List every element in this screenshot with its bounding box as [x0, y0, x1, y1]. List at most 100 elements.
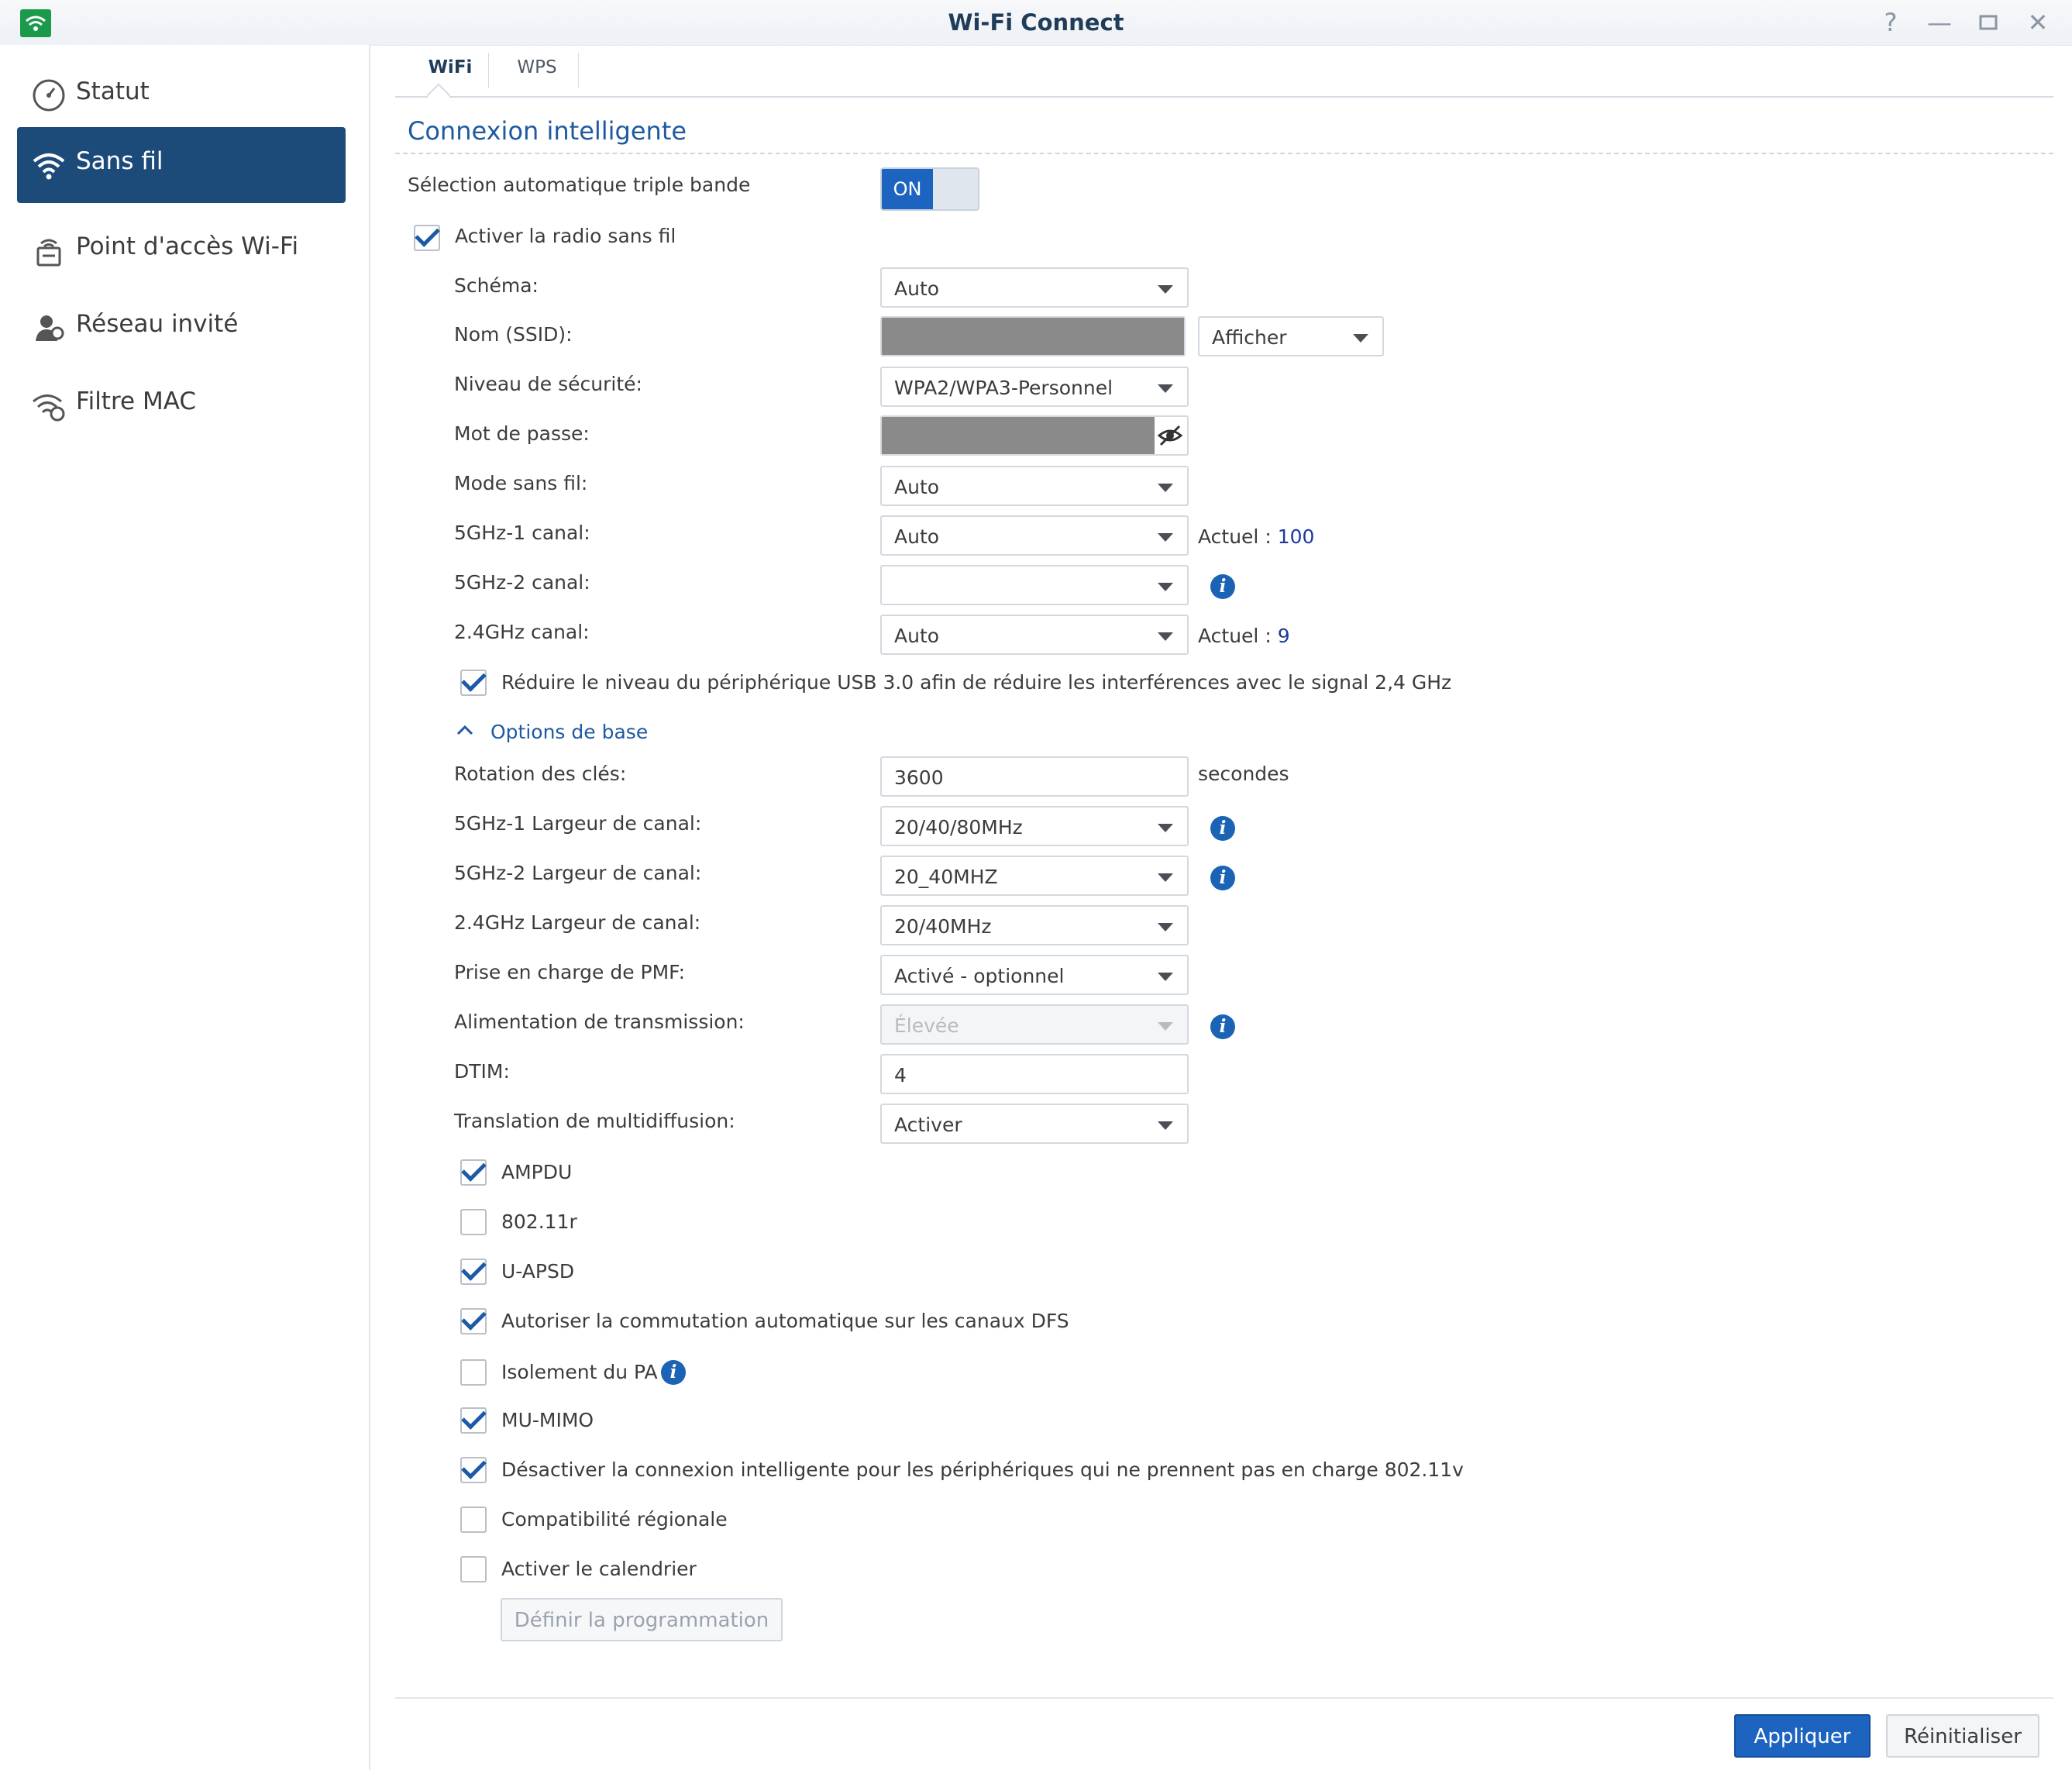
schema-select[interactable]: Auto	[880, 267, 1189, 308]
smart-connect-label: Sélection automatique triple bande	[408, 174, 751, 196]
check-icon	[415, 222, 440, 247]
multicast-select[interactable]: Activer	[880, 1104, 1189, 1144]
ssid-field[interactable]	[880, 316, 1186, 356]
schedule-checkbox[interactable]	[460, 1556, 487, 1582]
app-window: Wi-Fi Connect ? — ✕ Statut Sans fil Poin…	[0, 0, 2072, 1770]
dropdown-arrow-icon	[1353, 334, 1368, 343]
multicast-label: Translation de multidiffusion:	[454, 1110, 735, 1132]
reset-button[interactable]: Réinitialiser	[1886, 1714, 2039, 1758]
close-icon[interactable]: ✕	[2022, 8, 2053, 37]
sidebar-item-label: Point d'accès Wi-Fi	[76, 232, 299, 260]
section-title: Connexion intelligente	[408, 116, 687, 146]
key-rotation-unit: secondes	[1198, 763, 1289, 785]
info-icon[interactable]: i	[1210, 866, 1235, 890]
tab-wps[interactable]: WPS	[488, 50, 586, 95]
sidebar-item-point-acces[interactable]: Point d'accès Wi-Fi	[17, 212, 346, 288]
sidebar-item-filtre-mac[interactable]: Filtre MAC	[17, 367, 346, 443]
eye-hidden-icon[interactable]	[1156, 423, 1184, 448]
check-icon	[461, 1305, 487, 1331]
apply-button[interactable]: Appliquer	[1734, 1714, 1871, 1758]
info-icon[interactable]: i	[1210, 1014, 1235, 1039]
dropdown-arrow-icon	[1158, 583, 1173, 591]
chevron-up-icon[interactable]	[456, 724, 474, 736]
dtim-label: DTIM:	[454, 1060, 510, 1083]
ssid-display-select[interactable]: Afficher	[1198, 316, 1384, 356]
sidebar-item-statut[interactable]: Statut	[17, 57, 346, 133]
check-icon	[461, 1156, 487, 1182]
ap-isolation-checkbox[interactable]	[460, 1359, 487, 1386]
usb-interference-checkbox[interactable]	[460, 666, 487, 696]
uapsd-label: U-APSD	[501, 1260, 575, 1283]
bandwidth-5g2-select[interactable]: 20_40MHZ	[880, 856, 1189, 896]
channel-5g2-select[interactable]	[880, 565, 1189, 605]
bandwidth-24g-label: 2.4GHz Largeur de canal:	[454, 911, 701, 934]
section-divider	[395, 153, 2053, 154]
regional-compat-checkbox[interactable]	[460, 1507, 487, 1533]
mu-mimo-checkbox[interactable]	[460, 1404, 487, 1434]
tx-power-select: Élevée	[880, 1004, 1189, 1045]
router-icon	[31, 232, 67, 268]
dfs-switch-label: Autoriser la commutation automatique sur…	[501, 1310, 1069, 1332]
channel-24g-select[interactable]: Auto	[880, 615, 1189, 655]
password-field[interactable]	[880, 415, 1189, 456]
info-icon[interactable]: i	[1210, 574, 1235, 599]
mu-mimo-label: MU-MIMO	[501, 1409, 594, 1431]
ap-isolation-label: Isolement du PA	[501, 1361, 658, 1383]
check-icon	[461, 1404, 487, 1430]
check-icon	[461, 1454, 487, 1479]
sidebar-item-label: Statut	[76, 77, 150, 105]
tab-wifi[interactable]: WiFi	[401, 50, 499, 95]
channel-24g-current: Actuel : 9	[1198, 625, 1290, 647]
sidebar-item-sans-fil[interactable]: Sans fil	[17, 127, 346, 203]
help-icon[interactable]: ?	[1875, 8, 1906, 37]
info-icon[interactable]: i	[1210, 816, 1235, 841]
footer-divider	[395, 1697, 2053, 1699]
check-icon	[461, 666, 487, 692]
schema-label: Schéma:	[454, 274, 539, 297]
info-icon[interactable]: i	[661, 1360, 686, 1385]
pmf-select[interactable]: Activé - optionnel	[880, 955, 1189, 995]
dropdown-arrow-icon	[1158, 484, 1173, 492]
minimize-icon[interactable]: —	[1924, 8, 1955, 37]
80211r-checkbox[interactable]	[460, 1209, 487, 1235]
tab-separator	[578, 53, 579, 88]
dropdown-arrow-icon	[1158, 1121, 1173, 1130]
wireless-mode-label: Mode sans fil:	[454, 472, 588, 494]
key-rotation-input[interactable]: 3600	[880, 756, 1189, 797]
dropdown-arrow-icon	[1158, 824, 1173, 832]
set-schedule-button[interactable]: Définir la programmation	[501, 1598, 783, 1641]
dropdown-arrow-icon	[1158, 533, 1173, 542]
bandwidth-5g2-label: 5GHz-2 Largeur de canal:	[454, 862, 702, 884]
disable-smart-connect-checkbox[interactable]	[460, 1454, 487, 1483]
maximize-icon[interactable]	[1973, 8, 2004, 37]
tab-bar: WiFi WPS	[395, 50, 2053, 98]
bandwidth-5g1-select[interactable]: 20/40/80MHz	[880, 806, 1189, 846]
sidebar-item-label: Sans fil	[76, 147, 163, 175]
dropdown-arrow-icon	[1158, 384, 1173, 393]
guest-user-icon	[31, 310, 67, 346]
dtim-input[interactable]: 4	[880, 1054, 1189, 1094]
wifi-icon	[31, 147, 67, 183]
ssid-label: Nom (SSID):	[454, 323, 573, 346]
dropdown-arrow-icon	[1158, 973, 1173, 981]
channel-24g-label: 2.4GHz canal:	[454, 621, 590, 643]
radio-checkbox[interactable]	[414, 222, 440, 251]
smart-connect-toggle[interactable]: ON	[880, 167, 979, 211]
dfs-switch-checkbox[interactable]	[460, 1305, 487, 1334]
dashboard-gauge-icon	[31, 77, 67, 113]
password-mask	[882, 417, 1155, 454]
security-select[interactable]: WPA2/WPA3-Personnel	[880, 367, 1189, 407]
sidebar-item-reseau-invite[interactable]: Réseau invité	[17, 290, 346, 366]
regional-compat-label: Compatibilité régionale	[501, 1508, 728, 1531]
ampdu-checkbox[interactable]	[460, 1156, 487, 1186]
basic-options-toggle[interactable]: Options de base	[490, 721, 648, 743]
dropdown-arrow-icon	[1158, 923, 1173, 931]
ampdu-label: AMPDU	[501, 1161, 573, 1183]
security-label: Niveau de sécurité:	[454, 373, 642, 395]
uapsd-checkbox[interactable]	[460, 1255, 487, 1285]
key-rotation-label: Rotation des clés:	[454, 763, 627, 785]
channel-5g1-select[interactable]: Auto	[880, 515, 1189, 556]
usb-interference-label: Réduire le niveau du périphérique USB 3.…	[501, 671, 1452, 694]
wireless-mode-select[interactable]: Auto	[880, 466, 1189, 506]
bandwidth-24g-select[interactable]: 20/40MHz	[880, 905, 1189, 945]
